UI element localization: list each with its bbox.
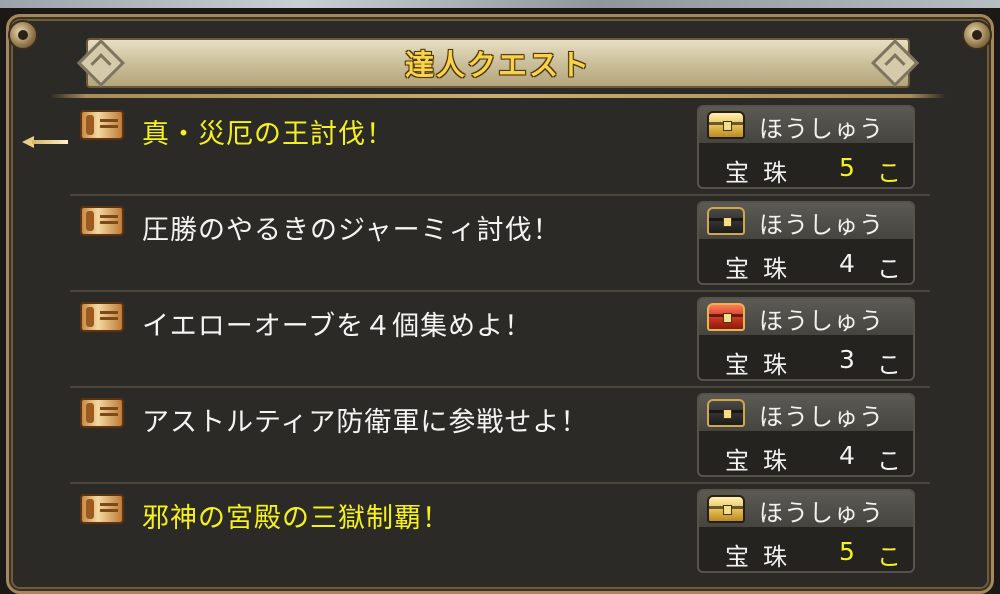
reward-header: ほうしゅう (699, 203, 913, 239)
reward-unit: こ (877, 447, 901, 475)
quest-scroll-icon (80, 494, 124, 524)
quest-name: 圧勝のやるきのジャーミィ討伐！ (142, 215, 561, 246)
reward-item: 宝珠 (725, 159, 801, 187)
reward-count: 5 (839, 537, 855, 566)
reward-header: ほうしゅう (699, 491, 913, 527)
reward-label: ほうしゅう (759, 307, 884, 335)
reward-item: 宝珠 (725, 351, 801, 379)
frame-corner-ornament-right (962, 20, 992, 50)
quest-row[interactable]: 真・災厄の王討伐！ ほうしゅう 宝珠 5 こ (70, 100, 930, 196)
reward-unit: こ (877, 351, 901, 379)
reward-count: 4 (839, 249, 855, 278)
reward-item: 宝珠 (725, 255, 801, 283)
quest-row[interactable]: 邪神の宮殿の三獄制覇！ ほうしゅう 宝珠 5 こ (70, 484, 930, 578)
reward-header: ほうしゅう (699, 299, 913, 335)
quest-row[interactable]: アストルティア防衛軍に参戦せよ！ ほうしゅう 宝珠 4 こ (70, 388, 930, 484)
frame-corner-ornament-left (8, 20, 38, 50)
top-background-strip (0, 0, 1000, 8)
reward-header: ほうしゅう (699, 107, 913, 143)
reward-item: 宝珠 (725, 543, 801, 571)
quest-name: イエローオーブを４個集めよ！ (142, 311, 533, 342)
quest-list: 真・災厄の王討伐！ ほうしゅう 宝珠 5 こ 圧勝のやるきのジャーミィ討伐！ ほ… (70, 100, 930, 578)
reward-box: ほうしゅう 宝珠 4 こ (697, 201, 915, 285)
gold-chest-icon (707, 495, 745, 523)
window-title-bar: 達人クエスト (76, 38, 920, 88)
reward-unit: こ (877, 543, 901, 571)
reward-box: ほうしゅう 宝珠 4 こ (697, 393, 915, 477)
title-divider (50, 94, 946, 98)
black-chest-icon (707, 399, 745, 427)
reward-header: ほうしゅう (699, 395, 913, 431)
reward-count: 4 (839, 441, 855, 470)
reward-label: ほうしゅう (759, 211, 884, 239)
reward-box: ほうしゅう 宝珠 3 こ (697, 297, 915, 381)
red-chest-icon (707, 303, 745, 331)
reward-unit: こ (877, 255, 901, 283)
quest-row[interactable]: 圧勝のやるきのジャーミィ討伐！ ほうしゅう 宝珠 4 こ (70, 196, 930, 292)
quest-scroll-icon (80, 398, 124, 428)
quest-scroll-icon (80, 206, 124, 236)
reward-unit: こ (877, 159, 901, 187)
reward-box: ほうしゅう 宝珠 5 こ (697, 489, 915, 573)
quest-name: 真・災厄の王討伐！ (142, 119, 394, 150)
quest-name: アストルティア防衛軍に参戦せよ！ (142, 407, 589, 438)
reward-box: ほうしゅう 宝珠 5 こ (697, 105, 915, 189)
selection-cursor-icon (22, 136, 70, 148)
quest-scroll-icon (80, 302, 124, 332)
reward-count: 5 (839, 153, 855, 182)
quest-row[interactable]: イエローオーブを４個集めよ！ ほうしゅう 宝珠 3 こ (70, 292, 930, 388)
quest-name: 邪神の宮殿の三獄制覇！ (142, 503, 450, 534)
black-chest-icon (707, 207, 745, 235)
gold-chest-icon (707, 111, 745, 139)
reward-item: 宝珠 (725, 447, 801, 475)
reward-label: ほうしゅう (759, 499, 884, 527)
reward-label: ほうしゅう (759, 115, 884, 143)
reward-count: 3 (839, 345, 855, 374)
window-title: 達人クエスト (404, 48, 591, 82)
reward-label: ほうしゅう (759, 403, 884, 431)
quest-scroll-icon (80, 110, 124, 140)
